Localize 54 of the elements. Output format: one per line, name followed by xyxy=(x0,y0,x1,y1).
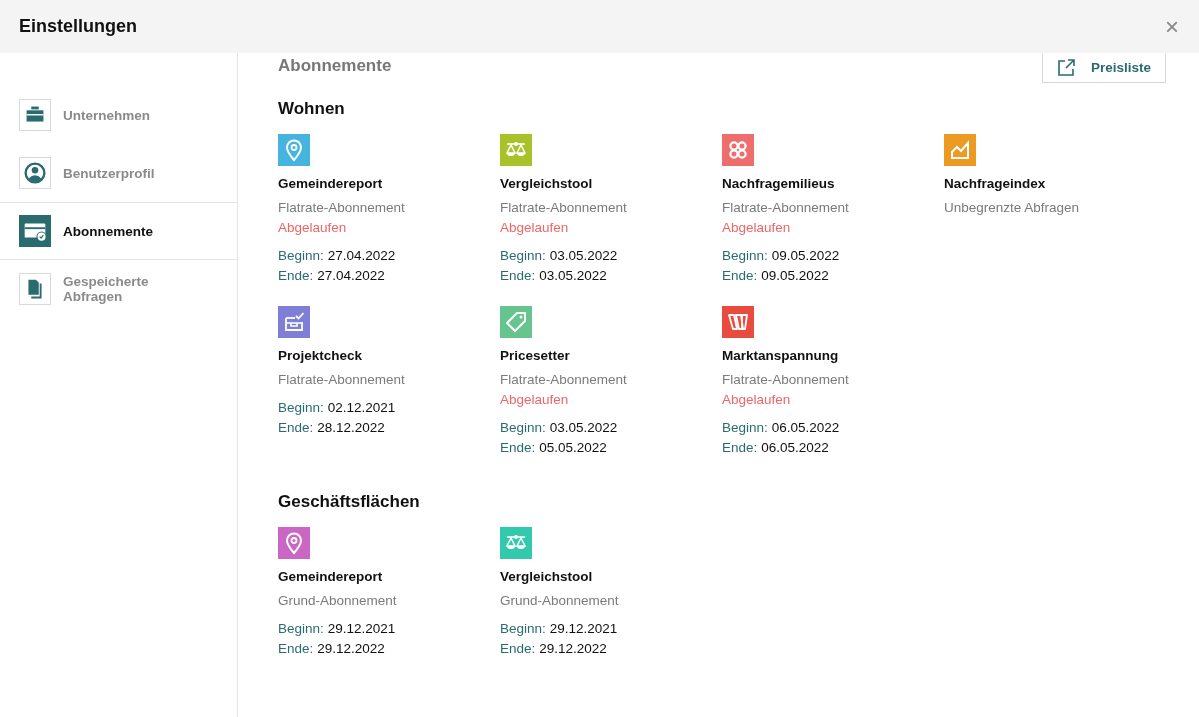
end-date: Ende: 29.12.2022 xyxy=(278,640,386,658)
product-name: Gemeindereport xyxy=(278,568,384,586)
end-date: Ende: 28.12.2022 xyxy=(278,419,386,437)
begin-date: Beginn: 27.04.2022 xyxy=(278,247,397,265)
begin-date: Beginn: 03.05.2022 xyxy=(500,419,619,437)
sidebar-item[interactable]: Unternehmen xyxy=(0,86,237,144)
plan-type: Flatrate-Abonnement xyxy=(278,371,406,389)
product-name: Vergleichstool xyxy=(500,568,594,586)
window-title: Einstellungen xyxy=(19,16,137,37)
end-date: Ende: 05.05.2022 xyxy=(500,439,608,457)
end-date: Ende: 09.05.2022 xyxy=(722,267,830,285)
begin-date: Beginn: 06.05.2022 xyxy=(722,419,841,437)
section-title: Wohnen xyxy=(278,99,346,119)
plan-type: Flatrate-Abonnement xyxy=(722,199,850,217)
end-date: Ende: 27.04.2022 xyxy=(278,267,386,285)
begin-date: Beginn: 09.05.2022 xyxy=(722,247,841,265)
status-text: Abgelaufen xyxy=(500,219,570,237)
plan-type: Grund-Abonnement xyxy=(278,592,398,610)
end-date: Ende: 29.12.2022 xyxy=(500,640,608,658)
begin-date: Beginn: 02.12.2021 xyxy=(278,399,397,417)
price-list-button[interactable]: Preisliste xyxy=(1041,53,1166,83)
sidebar-item[interactable]: Gespeicherte Abfragen xyxy=(0,260,237,318)
product-name: Projektcheck xyxy=(278,347,364,365)
begin-date: Beginn: 29.12.2021 xyxy=(278,620,397,638)
plan-type: Flatrate-Abonnement xyxy=(500,371,628,389)
plan-type: Grund-Abonnement xyxy=(500,592,620,610)
product-name: Vergleichstool xyxy=(500,175,594,193)
product-name: Marktanspannung xyxy=(722,347,840,365)
sidebar-item[interactable]: Abonnemente xyxy=(0,202,237,260)
briefcase-icon xyxy=(19,99,51,131)
plan-type: Flatrate-Abonnement xyxy=(500,199,628,217)
status-text: Abgelaufen xyxy=(722,219,792,237)
product-name: Nachfrageindex xyxy=(944,175,1047,193)
plan-type: Unbegrenzte Abfragen xyxy=(944,199,1081,217)
status-text: Abgelaufen xyxy=(722,391,792,409)
end-date: Ende: 03.05.2022 xyxy=(500,267,608,285)
external-link-icon xyxy=(1056,58,1075,77)
plan-type: Flatrate-Abonnement xyxy=(722,371,850,389)
product-name: Gemeindereport xyxy=(278,175,384,193)
end-date: Ende: 06.05.2022 xyxy=(722,439,830,457)
begin-date: Beginn: 03.05.2022 xyxy=(500,247,619,265)
card-icon xyxy=(19,215,51,247)
product-name: Nachfragemilieus xyxy=(722,175,836,193)
status-text: Abgelaufen xyxy=(278,219,348,237)
section-title: Geschäftsflächen xyxy=(278,492,421,512)
product-name: Pricesetter xyxy=(500,347,571,365)
begin-date: Beginn: 29.12.2021 xyxy=(500,620,619,638)
plan-type: Flatrate-Abonnement xyxy=(278,199,406,217)
close-button[interactable]: × xyxy=(1165,14,1179,39)
sidebar-item[interactable]: Benutzerprofil xyxy=(0,144,237,202)
status-text: Abgelaufen xyxy=(500,391,570,409)
documents-icon xyxy=(19,273,51,305)
page-heading: Abonnemente xyxy=(278,56,392,76)
user-icon xyxy=(19,157,51,189)
